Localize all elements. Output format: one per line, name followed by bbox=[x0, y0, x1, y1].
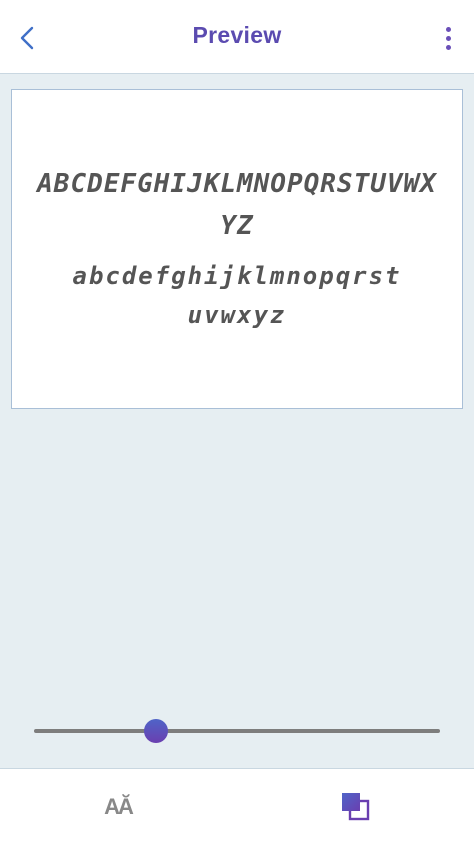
slider-thumb[interactable] bbox=[143, 719, 168, 743]
app-header: Preview bbox=[0, 0, 474, 74]
layers-icon bbox=[342, 793, 370, 821]
font-preview-card: ABCDEFGHIJKLMNOPQRSTUVWXYZ abcdefghijklm… bbox=[11, 89, 463, 409]
lowercase-sample: abcdefghijklmnopqrstuvwxyz bbox=[72, 262, 402, 329]
more-vertical-icon bbox=[445, 26, 451, 32]
layers-button[interactable] bbox=[338, 789, 374, 825]
font-size-slider[interactable] bbox=[34, 716, 440, 746]
bottom-toolbar: AĂ bbox=[0, 768, 474, 843]
font-size-icon: AĂ bbox=[104, 794, 134, 819]
slider-track[interactable] bbox=[34, 729, 440, 733]
page-title: Preview bbox=[192, 22, 282, 48]
more-options-button[interactable] bbox=[436, 18, 460, 58]
font-size-button[interactable]: AĂ bbox=[98, 789, 138, 825]
uppercase-sample: ABCDEFGHIJKLMNOPQRSTUVWXYZ bbox=[37, 169, 437, 241]
